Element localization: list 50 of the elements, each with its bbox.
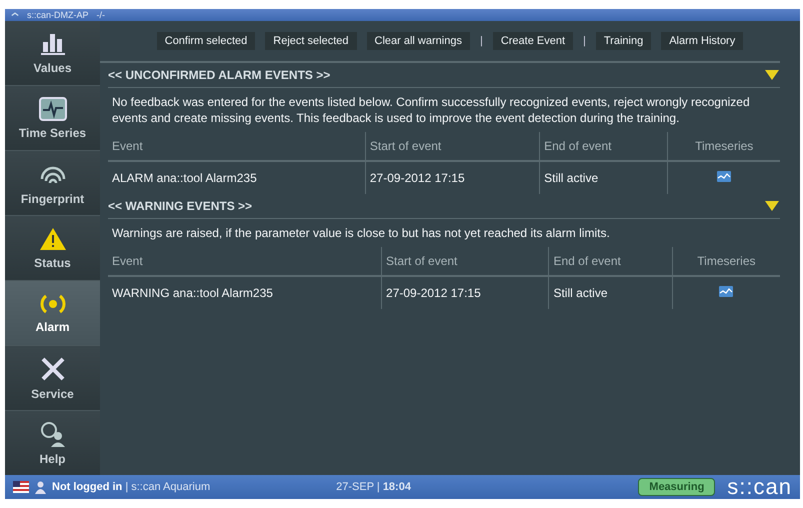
column-header: End of event — [548, 247, 672, 276]
help-person-icon — [40, 420, 66, 446]
collapse-triangle-icon[interactable] — [764, 69, 780, 81]
sidebar-item[interactable]: Service — [5, 346, 100, 411]
chart-icon[interactable] — [717, 171, 732, 182]
section-description: Warnings are raised, if the parameter value is close to but has not yet reached its alarm limits. — [112, 225, 611, 241]
toolbar-button[interactable]: Training — [596, 32, 652, 50]
toolbar-button[interactable]: Clear all warnings — [366, 32, 470, 50]
column-header: End of event — [540, 132, 668, 161]
column-header: Timeseries — [668, 132, 780, 161]
table-cell: Still active — [548, 276, 672, 309]
table-cell: 27-09-2012 17:15 — [382, 276, 549, 309]
window-title: s::can-DMZ-AP — [27, 10, 89, 20]
table-cell: WARNING ana::tool Alarm235 — [108, 276, 382, 309]
sidebar-item[interactable]: Values — [5, 21, 100, 86]
toolbar-separator: | — [583, 35, 586, 47]
table-cell: 27-09-2012 17:15 — [365, 161, 540, 194]
flag-icon — [13, 481, 29, 493]
sidebar-item[interactable]: Status — [5, 216, 100, 281]
logo: s::can — [727, 474, 792, 499]
toolbar-button[interactable]: Alarm History — [661, 32, 744, 50]
status-badge: Measuring — [638, 478, 716, 496]
toolbar-separator: | — [480, 35, 483, 47]
toolbar-button[interactable]: Reject selected — [265, 32, 357, 50]
sidebar-item[interactable]: Help — [5, 411, 100, 476]
warning-icon — [38, 226, 66, 250]
table-cell: ALARM ana::tool Alarm235 — [108, 161, 366, 194]
column-header: Event — [108, 247, 382, 276]
chart-monitor-icon — [38, 96, 66, 120]
section-description: No feedback was entered for the events listed below. Confirm successfully recognized events, reject wrongly recognized events and create missing events. This feedback is used to improve the event detection during the training. — [112, 94, 751, 126]
login-status: Not logged in | s::can Aquarium — [52, 481, 210, 493]
table-cell: Still active — [540, 161, 668, 194]
bar-chart-icon — [40, 32, 66, 56]
section-title[interactable]: << UNCONFIRMED ALARM EVENTS >> — [108, 68, 330, 82]
section-title[interactable]: << WARNING EVENTS >> — [108, 199, 252, 213]
collapse-triangle-icon[interactable] — [764, 200, 780, 212]
column-header: Timeseries — [672, 247, 780, 276]
user-icon — [35, 480, 46, 494]
toolbar-button[interactable]: Create Event — [492, 32, 574, 50]
sidebar-item[interactable]: Alarm — [5, 281, 100, 346]
alarm-icon — [38, 292, 68, 314]
column-header: Start of event — [365, 132, 540, 161]
column-header: Event — [108, 132, 366, 161]
connection-status: -/- — [96, 10, 106, 20]
sidebar-item[interactable]: Fingerprint — [5, 151, 100, 216]
sidebar-item[interactable]: Time Series — [5, 86, 100, 151]
date-time: 27-SEP | 18:04 — [336, 481, 411, 493]
chart-icon[interactable] — [719, 286, 734, 297]
toolbar-button[interactable]: Confirm selected — [156, 32, 256, 50]
column-header: Start of event — [382, 247, 549, 276]
